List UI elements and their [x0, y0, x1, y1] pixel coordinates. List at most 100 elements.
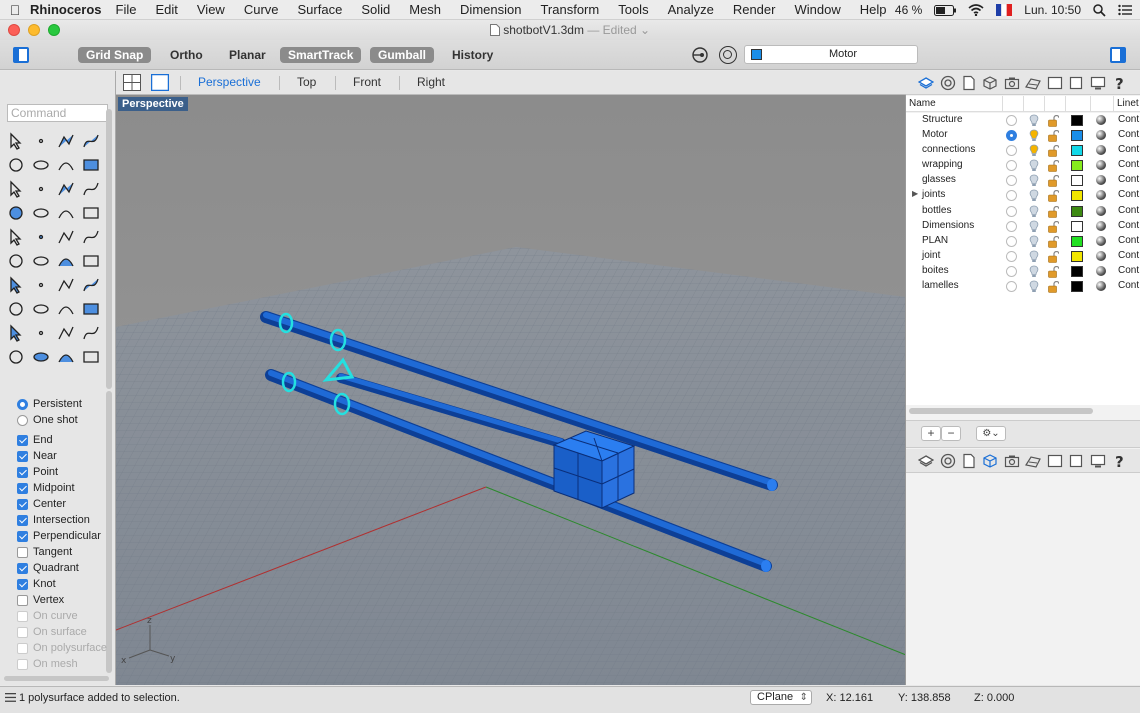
tool-palette-scrollbar[interactable]	[106, 109, 112, 389]
layer-list-scrollbar[interactable]	[909, 408, 1093, 414]
lightbulb-icon[interactable]	[1028, 220, 1040, 233]
osnap-on-surface-checkbox[interactable]: On surface	[17, 624, 105, 640]
menu-tools[interactable]: Tools	[618, 2, 648, 17]
move-tool-icon[interactable]	[4, 249, 28, 273]
tab-perspective[interactable]: Perspective	[198, 75, 261, 89]
split-tool-icon[interactable]	[79, 225, 103, 249]
ortho-toggle[interactable]: Ortho	[162, 47, 211, 63]
mesh-tool-icon[interactable]	[54, 345, 78, 369]
flag-icon[interactable]	[996, 4, 1013, 16]
text-tool-icon[interactable]	[4, 273, 28, 297]
current-layer-radio[interactable]	[1006, 281, 1017, 293]
menu-solid[interactable]: Solid	[361, 2, 390, 17]
lock-open-icon[interactable]	[1048, 115, 1059, 127]
properties-panel-icon[interactable]	[940, 75, 956, 91]
lightbulb-icon[interactable]	[1028, 129, 1040, 142]
circle-tool-icon[interactable]	[4, 153, 28, 177]
lock-open-icon[interactable]	[1048, 190, 1059, 203]
array-tool-icon[interactable]	[54, 273, 78, 297]
camera-panel-icon[interactable]	[1004, 75, 1020, 91]
layer-row[interactable]: wrapping Cont	[906, 158, 1140, 173]
current-layer-radio[interactable]	[1006, 190, 1017, 202]
select-arrow-tool-icon[interactable]	[4, 129, 28, 153]
perspective-viewport[interactable]: z x y Perspective	[116, 95, 906, 685]
layer-color-swatch[interactable]	[1071, 190, 1083, 202]
add-layer-button[interactable]: +	[921, 426, 941, 441]
material-sphere-icon[interactable]	[1096, 145, 1106, 156]
grid-tool-icon[interactable]	[79, 345, 103, 369]
lightbulb-icon[interactable]	[1028, 235, 1040, 248]
lock-open-icon[interactable]	[1048, 130, 1059, 142]
osnap-persistent-radio[interactable]: Persistent	[17, 396, 105, 412]
layers-panel-icon[interactable]	[918, 453, 934, 469]
layer-name[interactable]: bottles	[922, 205, 951, 216]
current-layer-selector[interactable]: Motor	[744, 45, 918, 64]
tab-front[interactable]: Front	[353, 75, 381, 89]
menu-surface[interactable]: Surface	[298, 2, 343, 17]
viewport-title[interactable]: Perspective	[118, 97, 188, 111]
window-panel-icon[interactable]	[1047, 75, 1063, 91]
lightbulb-icon[interactable]	[1028, 250, 1040, 263]
lightbulb-icon[interactable]	[1028, 189, 1040, 202]
layer-name[interactable]: joints	[922, 189, 945, 200]
patch-tool-icon[interactable]	[79, 177, 103, 201]
zoom-window-button[interactable]	[48, 24, 60, 36]
osnap-filter-icon[interactable]	[691, 46, 709, 64]
single-viewport-icon[interactable]	[151, 74, 169, 91]
lightbulb-icon[interactable]	[1028, 114, 1040, 127]
current-layer-radio[interactable]	[1006, 115, 1017, 126]
lock-open-icon[interactable]	[1048, 281, 1059, 293]
layer-color-swatch[interactable]	[1071, 281, 1083, 293]
apple-menu-icon[interactable]: 	[0, 2, 30, 18]
osnap-end-checkbox[interactable]: End	[17, 432, 105, 448]
osnap-one-shot-radio[interactable]: One shot	[17, 412, 105, 428]
tab-top[interactable]: Top	[297, 75, 316, 89]
layer-linetype[interactable]: Cont	[1118, 280, 1139, 291]
lightbulb-icon[interactable]	[1028, 280, 1040, 293]
layer-name[interactable]: joint	[922, 250, 940, 261]
osnap-tangent-checkbox[interactable]: Tangent	[17, 544, 105, 560]
layer-name-column-header[interactable]: Name	[909, 98, 936, 109]
material-sphere-icon[interactable]	[1096, 160, 1106, 171]
layer-color-swatch[interactable]	[1071, 175, 1083, 187]
layer-color-swatch[interactable]	[1071, 235, 1083, 247]
layer-name[interactable]: lamelles	[922, 280, 959, 291]
viewport-panel-icon[interactable]	[1068, 453, 1084, 469]
dimension-tool-icon[interactable]	[29, 273, 53, 297]
view-tool-icon[interactable]	[79, 321, 103, 345]
material-sphere-icon[interactable]	[1096, 281, 1106, 292]
four-viewports-icon[interactable]	[123, 74, 141, 91]
planar-toggle[interactable]: Planar	[221, 47, 274, 63]
layers-panel-icon[interactable]	[918, 75, 934, 91]
window-panel-icon[interactable]	[1047, 453, 1063, 469]
menu-render[interactable]: Render	[733, 2, 776, 17]
polygon-tool-icon[interactable]	[4, 177, 28, 201]
display-panel-icon[interactable]	[1090, 75, 1106, 91]
menu-analyze[interactable]: Analyze	[668, 2, 714, 17]
pan-tool-icon[interactable]	[54, 321, 78, 345]
left-sidebar-toggle-icon[interactable]	[13, 47, 29, 63]
layer-linetype[interactable]: Cont	[1118, 129, 1139, 140]
menu-transform[interactable]: Transform	[540, 2, 599, 17]
car-tool-icon[interactable]	[29, 345, 53, 369]
osnap-on-mesh-checkbox[interactable]: On mesh	[17, 656, 105, 672]
layer-linetype[interactable]: Cont	[1118, 159, 1139, 170]
current-layer-radio[interactable]	[1006, 205, 1017, 217]
properties-tool-icon[interactable]	[4, 345, 28, 369]
layer-row[interactable]: bottles Cont	[906, 204, 1140, 219]
menu-dimension[interactable]: Dimension	[460, 2, 521, 17]
menu-file[interactable]: File	[116, 2, 137, 17]
display-panel-icon[interactable]	[1090, 453, 1106, 469]
close-window-button[interactable]	[8, 24, 20, 36]
battery-label[interactable]: 46 %	[895, 3, 922, 17]
command-history-icon[interactable]	[5, 693, 16, 702]
box-panel-icon[interactable]	[982, 453, 998, 469]
material-sphere-icon[interactable]	[1096, 265, 1106, 276]
box-tool-icon[interactable]	[4, 201, 28, 225]
minimize-window-button[interactable]	[28, 24, 40, 36]
layer-row[interactable]: lamelles Cont	[906, 279, 1140, 294]
layer-linetype[interactable]: Cont	[1118, 189, 1139, 200]
copy-tool-icon[interactable]	[29, 249, 53, 273]
lightbulb-icon[interactable]	[1028, 144, 1040, 157]
layer-color-swatch[interactable]	[1071, 205, 1083, 217]
